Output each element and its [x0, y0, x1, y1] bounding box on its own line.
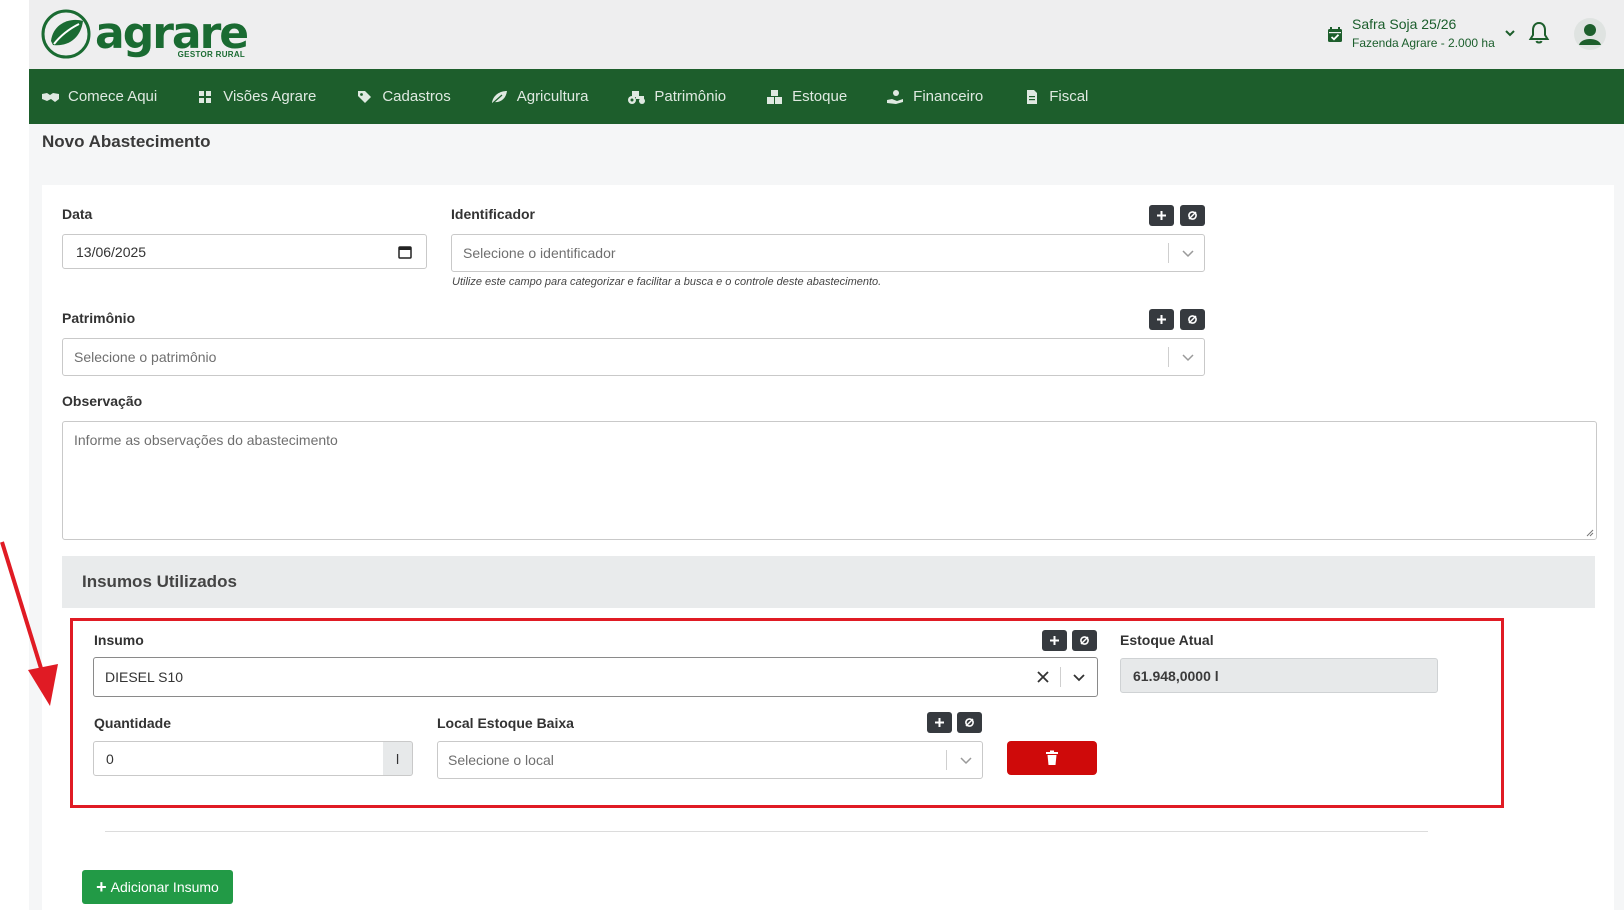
main-nav: Comece Aqui Visões Agrare Cadastros Agri…: [29, 69, 1624, 124]
refresh-patrimonio-button[interactable]: [1180, 309, 1205, 330]
plus-icon: +: [96, 877, 107, 897]
plus-icon: [1157, 211, 1166, 220]
calendar-icon[interactable]: [398, 245, 412, 259]
dashboard-icon: [199, 90, 212, 103]
nav-item-comece-aqui[interactable]: Comece Aqui: [41, 69, 157, 124]
chevron-down-icon: [1182, 250, 1194, 258]
add-patrimonio-button[interactable]: [1149, 309, 1174, 330]
page-title: Novo Abastecimento: [42, 132, 211, 151]
add-insumo-label: Adicionar Insumo: [110, 879, 219, 895]
chevron-down-icon: [1505, 30, 1515, 37]
observacao-textarea[interactable]: Informe as observações do abastecimento: [62, 421, 1597, 540]
observacao-label: Observação: [62, 393, 143, 409]
nav-item-financeiro[interactable]: Financeiro: [886, 69, 983, 124]
patrimonio-select[interactable]: Selecione o patrimônio: [62, 338, 1205, 376]
brand-tagline: GESTOR RURAL: [177, 50, 246, 59]
leaf-logo-icon: [41, 9, 91, 59]
identificador-select[interactable]: Selecione o identificador: [451, 234, 1205, 272]
insumos-section-header: Insumos Utilizados: [62, 556, 1595, 608]
refresh-icon: [1188, 315, 1197, 324]
calendar-check-icon: [1328, 27, 1342, 42]
bell-icon[interactable]: [1526, 20, 1552, 46]
leaf-icon: [491, 90, 507, 103]
boxes-icon: [767, 89, 783, 104]
nav-item-visoes-agrare[interactable]: Visões Agrare: [196, 69, 316, 124]
resize-handle-icon[interactable]: [1586, 529, 1594, 537]
data-label: Data: [62, 206, 93, 222]
date-input[interactable]: 13/06/2025: [62, 234, 427, 269]
chevron-down-icon: [1182, 354, 1194, 362]
safra-selector[interactable]: Safra Soja 25/26 Fazenda Agrare - 2.000 …: [1326, 14, 1517, 52]
refresh-identificador-button[interactable]: [1180, 205, 1205, 226]
nav-item-agricultura[interactable]: Agricultura: [490, 69, 588, 124]
identificador-label: Identificador: [451, 206, 536, 222]
date-value: 13/06/2025: [76, 243, 147, 260]
top-bar: agrare GESTOR RURAL Safra Soja 25/26 Faz…: [29, 0, 1624, 69]
patrimonio-placeholder: Selecione o patrimônio: [74, 349, 217, 365]
highlight-box: [70, 618, 1504, 808]
patrimonio-label: Patrimônio: [62, 310, 136, 326]
nav-item-cadastros[interactable]: Cadastros: [355, 69, 451, 124]
nav-item-patrimonio[interactable]: Patrimônio: [627, 69, 726, 124]
section-divider: [105, 831, 1428, 832]
tag-icon: [358, 90, 372, 103]
handshake-icon: [42, 92, 59, 102]
identificador-placeholder: Selecione o identificador: [463, 245, 616, 261]
plus-icon: [1157, 315, 1166, 324]
identificador-hint: Utilize este campo para categorizar e fa…: [452, 276, 882, 288]
hand-coin-icon: [887, 89, 904, 104]
add-insumo-button[interactable]: + Adicionar Insumo: [82, 870, 233, 904]
annotation-arrow-icon: [0, 541, 58, 706]
brand-logo[interactable]: agrare GESTOR RURAL: [41, 9, 249, 59]
user-avatar-icon[interactable]: [1574, 18, 1606, 50]
document-icon: [1027, 89, 1038, 104]
nav-item-estoque[interactable]: Estoque: [765, 69, 847, 124]
observacao-placeholder: Informe as observações do abastecimento: [74, 432, 338, 448]
safra-title: Safra Soja 25/26: [1352, 16, 1457, 32]
nav-item-fiscal[interactable]: Fiscal: [1022, 69, 1088, 124]
refresh-icon: [1188, 211, 1197, 220]
farm-subtitle: Fazenda Agrare - 2.000 ha: [1352, 36, 1495, 50]
tractor-icon: [628, 90, 646, 104]
add-identificador-button[interactable]: [1149, 205, 1174, 226]
